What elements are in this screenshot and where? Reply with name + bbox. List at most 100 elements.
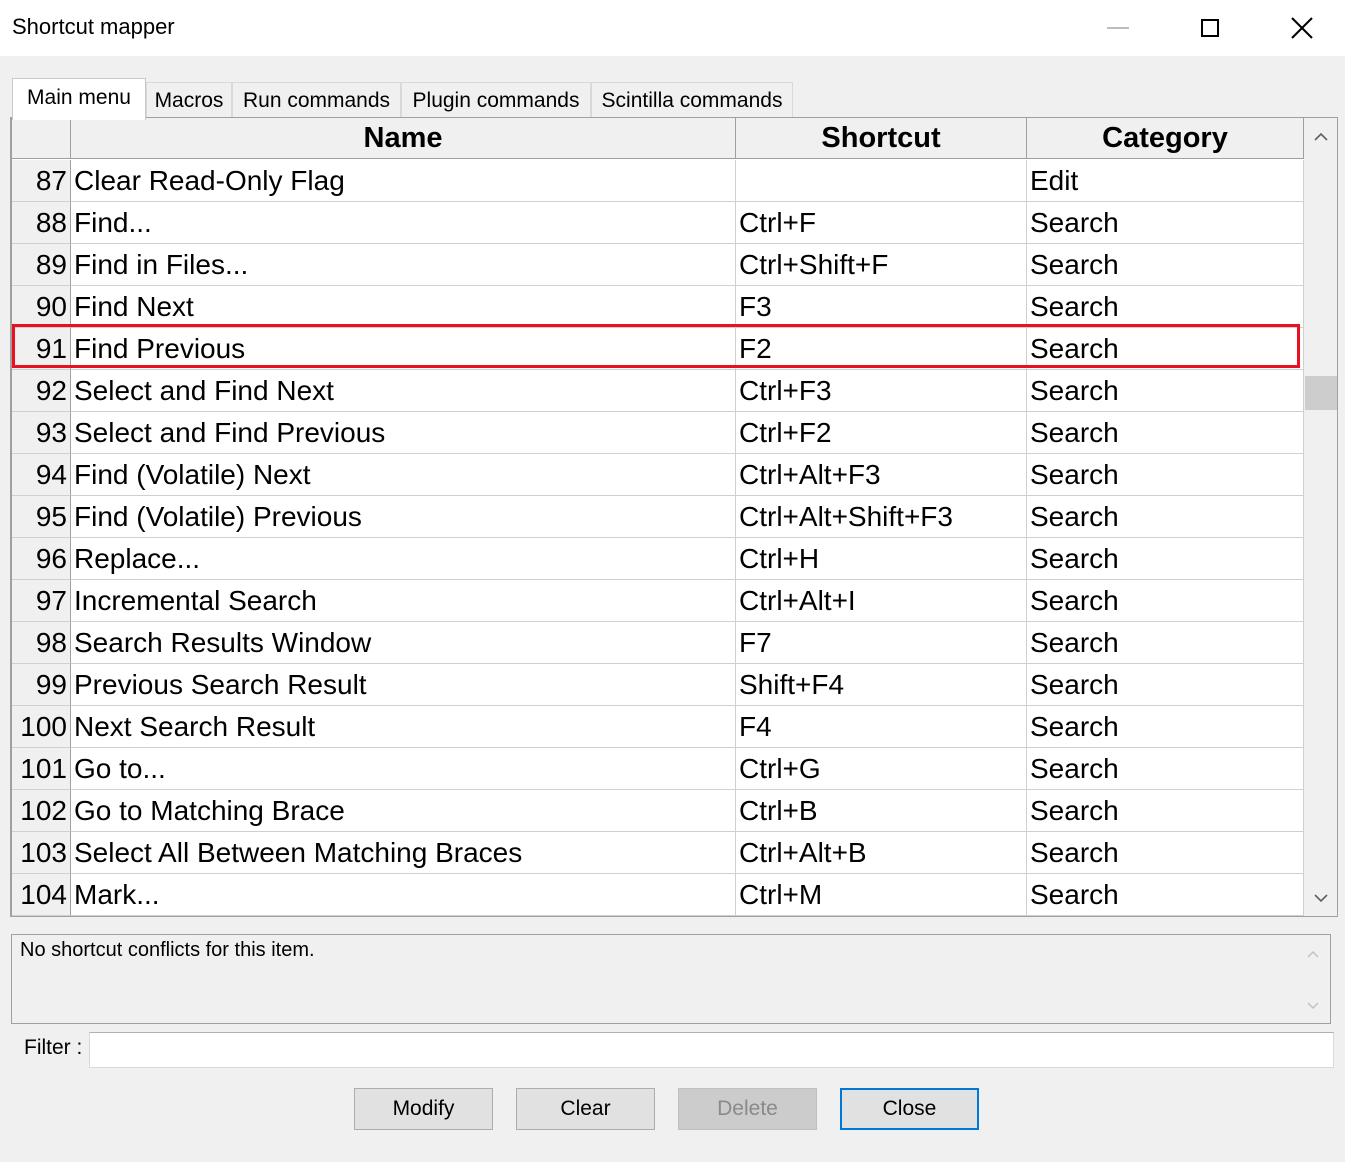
delete-button[interactable]: Delete <box>678 1088 817 1130</box>
title-bar: Shortcut mapper <box>0 0 1345 56</box>
scroll-up-arrow-icon[interactable] <box>1304 118 1337 154</box>
table-row[interactable]: 94 Find (Volatile) Next Ctrl+Alt+F3 Search <box>12 454 1304 496</box>
command-name-cell: Clear Read-Only Flag <box>71 160 736 202</box>
category-cell: Search <box>1027 370 1304 412</box>
category-cell: Search <box>1027 538 1304 580</box>
scrollbar-thumb[interactable] <box>1305 376 1337 410</box>
row-number: 104 <box>12 874 71 916</box>
maximize-icon <box>1201 19 1219 37</box>
row-number: 94 <box>12 454 71 496</box>
table-row[interactable]: 91 Find Previous F2 Search <box>12 328 1304 370</box>
category-cell: Search <box>1027 706 1304 748</box>
close-window-button[interactable] <box>1256 0 1345 56</box>
shortcut-cell: Ctrl+Alt+I <box>736 580 1027 622</box>
shortcut-cell: Ctrl+Alt+Shift+F3 <box>736 496 1027 538</box>
minimize-button[interactable] <box>1072 0 1164 56</box>
table-row[interactable]: 98 Search Results Window F7 Search <box>12 622 1304 664</box>
table-row[interactable]: 100 Next Search Result F4 Search <box>12 706 1304 748</box>
column-header-number[interactable] <box>12 118 71 159</box>
tab-plugin-commands[interactable]: Plugin commands <box>401 82 591 118</box>
shortcut-cell: Ctrl+M <box>736 874 1027 916</box>
row-number: 95 <box>12 496 71 538</box>
shortcut-cell: Ctrl+B <box>736 790 1027 832</box>
shortcut-grid[interactable]: Name Shortcut Category 87 Clear Read-Only… <box>10 117 1338 917</box>
command-name-cell: Find (Volatile) Previous <box>71 496 736 538</box>
filter-label: Filter : <box>24 1036 83 1059</box>
close-icon <box>1291 17 1313 39</box>
shortcut-cell: Ctrl+F2 <box>736 412 1027 454</box>
command-name-cell: Select and Find Next <box>71 370 736 412</box>
column-header-shortcut[interactable]: Shortcut <box>736 118 1027 159</box>
category-cell: Search <box>1027 244 1304 286</box>
category-cell: Search <box>1027 748 1304 790</box>
row-number: 92 <box>12 370 71 412</box>
shortcut-cell: Ctrl+Alt+F3 <box>736 454 1027 496</box>
column-header-name[interactable]: Name <box>71 118 736 159</box>
table-row[interactable]: 89 Find in Files... Ctrl+Shift+F Search <box>12 244 1304 286</box>
scroll-down-arrow-icon[interactable] <box>1304 880 1337 916</box>
command-name-cell: Previous Search Result <box>71 664 736 706</box>
table-row[interactable]: 90 Find Next F3 Search <box>12 286 1304 328</box>
conflict-text: No shortcut conflicts for this item. <box>20 939 315 961</box>
table-row[interactable]: 99 Previous Search Result Shift+F4 Search <box>12 664 1304 706</box>
row-number: 90 <box>12 286 71 328</box>
command-name-cell: Find Previous <box>71 328 736 370</box>
table-row[interactable]: 96 Replace... Ctrl+H Search <box>12 538 1304 580</box>
filter-input[interactable] <box>89 1032 1334 1068</box>
row-number: 100 <box>12 706 71 748</box>
row-number: 93 <box>12 412 71 454</box>
row-number: 99 <box>12 664 71 706</box>
command-name-cell: Go to... <box>71 748 736 790</box>
row-number: 96 <box>12 538 71 580</box>
row-number: 91 <box>12 328 71 370</box>
category-cell: Search <box>1027 622 1304 664</box>
table-row[interactable]: 93 Select and Find Previous Ctrl+F2 Search <box>12 412 1304 454</box>
tab-scintilla-commands[interactable]: Scintilla commands <box>591 82 793 118</box>
grid-scrollbar[interactable] <box>1304 118 1337 916</box>
row-number: 101 <box>12 748 71 790</box>
table-row[interactable]: 103 Select All Between Matching Braces Ctr… <box>12 832 1304 874</box>
table-row[interactable]: 97 Incremental Search Ctrl+Alt+I Search <box>12 580 1304 622</box>
shortcut-cell: Ctrl+H <box>736 538 1027 580</box>
category-cell: Search <box>1027 874 1304 916</box>
command-name-cell: Find (Volatile) Next <box>71 454 736 496</box>
command-name-cell: Search Results Window <box>71 622 736 664</box>
row-number: 97 <box>12 580 71 622</box>
modify-button[interactable]: Modify <box>354 1088 493 1130</box>
table-row[interactable]: 88 Find... Ctrl+F Search <box>12 202 1304 244</box>
tab-macros[interactable]: Macros <box>146 82 232 118</box>
shortcut-cell: F4 <box>736 706 1027 748</box>
row-number: 103 <box>12 832 71 874</box>
command-name-cell: Select All Between Matching Braces <box>71 832 736 874</box>
table-row[interactable]: 87 Clear Read-Only Flag Edit <box>12 160 1304 202</box>
category-cell: Search <box>1027 328 1304 370</box>
row-number: 102 <box>12 790 71 832</box>
row-number: 89 <box>12 244 71 286</box>
tab-main-menu[interactable]: Main menu <box>12 78 146 120</box>
row-number: 87 <box>12 160 71 202</box>
close-button[interactable]: Close <box>840 1088 979 1130</box>
command-name-cell: Find in Files... <box>71 244 736 286</box>
clear-button[interactable]: Clear <box>516 1088 655 1130</box>
conflict-info-box: No shortcut conflicts for this item. <box>11 934 1331 1024</box>
shortcut-cell: Ctrl+Alt+B <box>736 832 1027 874</box>
table-row[interactable]: 102 Go to Matching Brace Ctrl+B Search <box>12 790 1304 832</box>
column-header-category[interactable]: Category <box>1027 118 1304 159</box>
command-name-cell: Mark... <box>71 874 736 916</box>
shortcut-cell <box>736 160 1027 202</box>
tab-run-commands[interactable]: Run commands <box>232 82 401 118</box>
conflict-scrollbar <box>1296 935 1330 1023</box>
row-number: 98 <box>12 622 71 664</box>
table-row[interactable]: 101 Go to... Ctrl+G Search <box>12 748 1304 790</box>
table-row[interactable]: 92 Select and Find Next Ctrl+F3 Search <box>12 370 1304 412</box>
conflict-scroll-down-icon <box>1296 991 1330 1021</box>
category-cell: Search <box>1027 412 1304 454</box>
table-row[interactable]: 104 Mark... Ctrl+M Search <box>12 874 1304 916</box>
command-name-cell: Next Search Result <box>71 706 736 748</box>
table-row[interactable]: 95 Find (Volatile) Previous Ctrl+Alt+Shift… <box>12 496 1304 538</box>
shortcut-cell: Ctrl+G <box>736 748 1027 790</box>
category-cell: Search <box>1027 790 1304 832</box>
maximize-button[interactable] <box>1164 0 1256 56</box>
category-cell: Search <box>1027 286 1304 328</box>
category-cell: Search <box>1027 664 1304 706</box>
